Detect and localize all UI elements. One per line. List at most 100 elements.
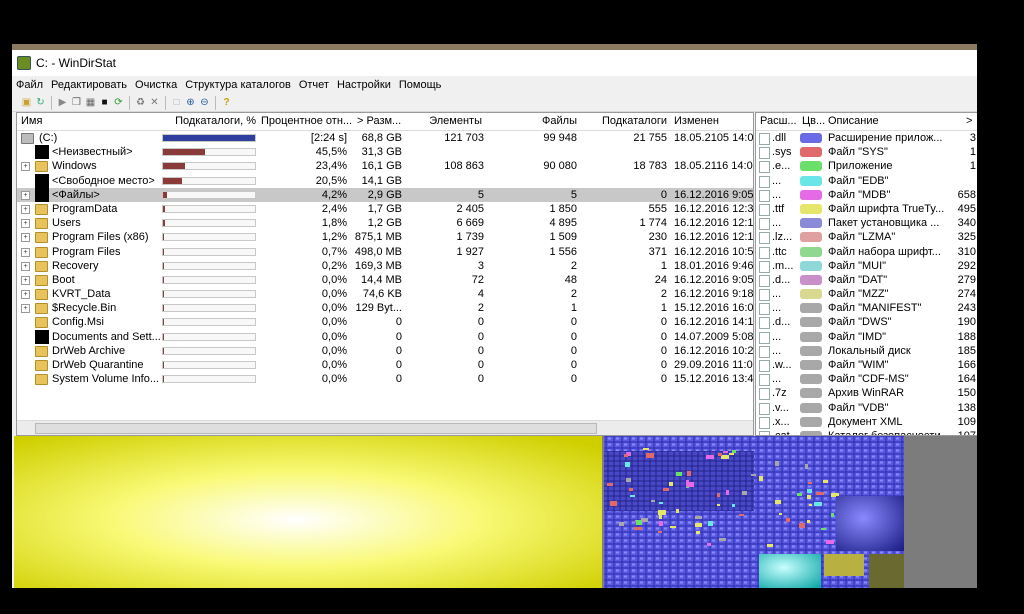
- menu-cleanup[interactable]: Очистка: [131, 79, 181, 91]
- treemap-file-block[interactable]: [686, 482, 694, 487]
- treemap-file-block[interactable]: [729, 453, 734, 455]
- extension-row[interactable]: .x... Документ XML 109: [756, 415, 977, 429]
- treemap-file-block[interactable]: [718, 453, 722, 456]
- treemap-file-block[interactable]: [742, 491, 747, 495]
- treemap-file-block[interactable]: [629, 488, 633, 491]
- treemap-file-block[interactable]: [708, 521, 713, 526]
- extension-row[interactable]: .ttf Файл шрифта TrueTy... 495: [756, 202, 977, 216]
- treemap-file-block[interactable]: [659, 502, 663, 504]
- extension-row[interactable]: ... Файл "MZZ" 274: [756, 287, 977, 302]
- treemap-file-block[interactable]: [831, 513, 834, 517]
- table-row[interactable]: + Program Files 0,7% 498,0 MB 1 927 1 556 371 1…: [17, 245, 753, 259]
- treemap-file-block[interactable]: [719, 538, 726, 541]
- extension-row[interactable]: ... Файл "IMD" 188: [756, 330, 977, 344]
- treemap-file-block[interactable]: [821, 528, 826, 530]
- expand-toggle-icon[interactable]: +: [21, 290, 30, 300]
- treemap-file-block[interactable]: [707, 543, 711, 546]
- col-header-subdirs[interactable]: Подкаталоги: [587, 115, 667, 127]
- treemap-file-block[interactable]: [659, 515, 662, 519]
- treemap-file-block[interactable]: [669, 482, 673, 486]
- expand-toggle-icon[interactable]: +: [21, 275, 30, 285]
- col-header-description[interactable]: Описание: [828, 115, 879, 127]
- menu-edit[interactable]: Редактировать: [47, 79, 131, 91]
- table-row[interactable]: + Users 1,8% 1,2 GB 6 669 4 895 1 774 16.12.201…: [17, 216, 753, 230]
- treemap-file-block[interactable]: [643, 448, 649, 450]
- treemap-file-block[interactable]: [717, 493, 720, 497]
- treemap-file-block[interactable]: [717, 504, 720, 506]
- treemap-file-block[interactable]: [706, 455, 714, 459]
- table-row[interactable]: DrWeb Quarantine 0,0% 0 0 0 0 29.09.2016 11:07: [17, 358, 753, 372]
- extension-row[interactable]: ... Локальный диск 185: [756, 344, 977, 358]
- table-row[interactable]: (C:) [2:24 s] 68,8 GB 121 703 99 948 21 755 18…: [17, 131, 753, 145]
- extension-row[interactable]: .dll Расширение прилож... 3: [756, 131, 977, 145]
- table-row[interactable]: <Неизвестный> 45,5% 31,3 GB: [17, 145, 753, 160]
- extension-row[interactable]: ... Пакет установщика ... 340: [756, 216, 977, 231]
- table-row[interactable]: Documents and Sett... 0,0% 0 0 0 0 14.07.2009 …: [17, 329, 753, 344]
- treemap-file-block[interactable]: [799, 523, 805, 528]
- treemap-file-block[interactable]: [775, 461, 779, 466]
- treemap-file-block[interactable]: [676, 509, 679, 513]
- horizontal-scrollbar[interactable]: [17, 420, 753, 435]
- treemap-file-block[interactable]: [619, 522, 624, 526]
- col-header-files[interactable]: Файлы: [497, 115, 577, 127]
- treemap-file-block[interactable]: [775, 500, 781, 504]
- treemap-file-block[interactable]: [607, 483, 613, 486]
- table-row[interactable]: + Recovery 0,2% 169,3 MB 3 2 1 18.01.2016 9:46:: [17, 259, 753, 273]
- new-folder-icon[interactable]: □: [170, 96, 183, 109]
- treemap-file-block[interactable]: [630, 495, 635, 497]
- delete-icon[interactable]: ✕: [148, 96, 161, 109]
- treemap-large-blue-file[interactable]: [836, 496, 904, 551]
- treemap-file-block[interactable]: [826, 540, 834, 544]
- treemap-file-block[interactable]: [658, 510, 666, 515]
- table-row[interactable]: Config.Msi 0,0% 0 0 0 0 16.12.2016 14:11: [17, 315, 753, 329]
- treemap-file-block[interactable]: [805, 464, 808, 469]
- play-icon[interactable]: ▶: [56, 96, 69, 109]
- treemap-file-block[interactable]: [807, 495, 811, 499]
- extension-row[interactable]: ... Файл "MDB" 658: [756, 188, 977, 202]
- extension-row[interactable]: .e... Приложение 1: [756, 159, 977, 174]
- table-row[interactable]: + Program Files (x86) 1,2% 875,1 MB 1 739 1 5…: [17, 230, 753, 244]
- treemap-file-block[interactable]: [663, 488, 669, 491]
- treemap-file-block[interactable]: [767, 544, 773, 547]
- treemap-file-block[interactable]: [625, 462, 630, 467]
- treemap-file-block[interactable]: [695, 516, 702, 519]
- treemap-file-block[interactable]: [610, 501, 617, 506]
- treemap-file-block[interactable]: [816, 492, 824, 495]
- refresh-all-icon[interactable]: ⟳: [112, 96, 125, 109]
- treemap-file-block[interactable]: [659, 521, 663, 526]
- table-row[interactable]: + <Файлы> 4,2% 2,9 GB 5 5 0 16.12.2016 9:05:: [17, 187, 753, 202]
- treemap-file-block[interactable]: [809, 504, 812, 506]
- extension-row[interactable]: .sys Файл "SYS" 1: [756, 145, 977, 160]
- scrollbar-thumb[interactable]: [35, 423, 597, 434]
- treemap-file-block[interactable]: [696, 531, 700, 534]
- treemap-file-block[interactable]: [759, 476, 763, 481]
- treemap-view[interactable]: [14, 436, 977, 588]
- col-header-modified[interactable]: Изменен: [674, 115, 719, 127]
- treemap-file-block[interactable]: [808, 482, 812, 484]
- treemap-file-block[interactable]: [732, 450, 736, 453]
- treemap-file-block[interactable]: [814, 502, 822, 506]
- treemap-file-block[interactable]: [658, 531, 662, 533]
- col-header-extension[interactable]: Расш...: [760, 115, 797, 127]
- menu-help[interactable]: Помощь: [395, 79, 446, 91]
- menu-options[interactable]: Настройки: [333, 79, 395, 91]
- table-row[interactable]: DrWeb Archive 0,0% 0 0 0 0 16.12.2016 10:24: [17, 344, 753, 358]
- extension-row[interactable]: .v... Файл "VDB" 138: [756, 401, 977, 415]
- treemap-file-block[interactable]: [786, 518, 790, 522]
- treemap-file-block[interactable]: [751, 474, 756, 476]
- col-header-size[interactable]: > Разм...: [357, 115, 401, 127]
- extension-row[interactable]: .7z Архив WinRAR 150: [756, 386, 977, 401]
- extension-row[interactable]: .d... Файл "DWS" 190: [756, 315, 977, 330]
- extension-row[interactable]: .lz... Файл "LZMA" 325: [756, 230, 977, 245]
- expand-toggle-icon[interactable]: +: [21, 190, 30, 200]
- treemap-file-block[interactable]: [797, 493, 802, 496]
- extension-row[interactable]: .d... Файл "DAT" 279: [756, 273, 977, 287]
- table-row[interactable]: + $Recycle.Bin 0,0% 129 Byt... 2 1 1 15.12.2016…: [17, 301, 753, 315]
- col-header-percentage[interactable]: Процентное отн...: [261, 115, 352, 127]
- table-row[interactable]: + KVRT_Data 0,0% 74,6 KB 4 2 2 16.12.2016 9:18:: [17, 287, 753, 301]
- treemap-file-block[interactable]: [626, 478, 631, 482]
- recycle-icon[interactable]: ♻: [134, 96, 147, 109]
- treemap-file-block[interactable]: [634, 527, 642, 530]
- treemap-file-block[interactable]: [636, 520, 642, 525]
- treemap-file-block[interactable]: [739, 514, 744, 516]
